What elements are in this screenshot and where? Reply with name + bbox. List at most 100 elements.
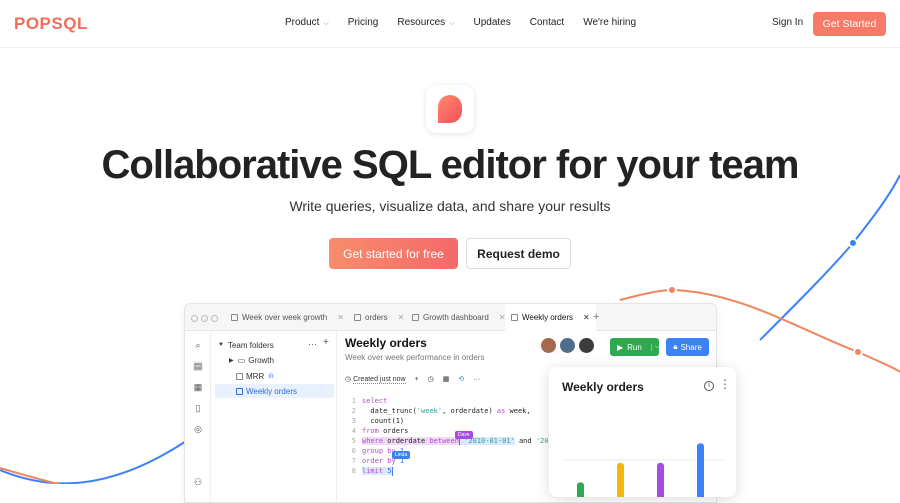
popsql-logo[interactable]: POPSQL xyxy=(14,14,88,34)
blue-point xyxy=(848,238,858,248)
tab-label: Growth dashboard xyxy=(423,313,489,322)
tree-folder-growth[interactable]: ▶ ▭ Growth xyxy=(229,353,274,367)
close-icon[interactable]: ✕ xyxy=(583,313,590,322)
users-icon[interactable]: ⚇ xyxy=(193,477,203,487)
close-icon[interactable]: ✕ xyxy=(337,313,344,322)
query-title[interactable]: Weekly orders xyxy=(345,336,427,350)
run-button[interactable]: ▶ Run ⌵ xyxy=(610,338,659,356)
nav-label: Product xyxy=(285,17,320,28)
grid-icon[interactable]: ▦ xyxy=(193,382,203,392)
created-status[interactable]: ◷ Created just now xyxy=(345,375,406,384)
tree-item-label: MRR xyxy=(246,371,265,381)
code-line: 5 where orderdate between '2010-01-01' an… xyxy=(351,437,561,445)
database-icon[interactable]: ◎ xyxy=(193,424,203,434)
nav-item-hiring[interactable]: We're hiring xyxy=(583,17,636,28)
collaborator-avatars xyxy=(541,338,594,353)
tab-label: Week over week growth xyxy=(242,313,328,322)
close-icon[interactable]: ✕ xyxy=(398,313,405,322)
chart-bar xyxy=(617,462,624,497)
tree-folder-label: Growth xyxy=(248,355,274,365)
tree-root[interactable]: ▼ Team folders xyxy=(218,338,274,352)
add-icon[interactable]: + xyxy=(415,376,419,383)
orange-point xyxy=(853,347,863,357)
hero-subline: Write queries, visualize data, and share… xyxy=(289,198,611,214)
document-icon xyxy=(236,387,243,395)
tab-label: orders xyxy=(365,313,388,322)
share-button[interactable]: 🔒︎ Share xyxy=(666,338,709,356)
files-icon[interactable]: ▤ xyxy=(193,361,203,371)
sign-in-link[interactable]: Sign In xyxy=(772,17,803,28)
nav-item-contact[interactable]: Contact xyxy=(530,17,564,28)
tree-root-label: Team folders xyxy=(227,340,274,350)
schedule-icon[interactable]: ▦ xyxy=(443,375,450,383)
window-controls xyxy=(191,315,218,322)
folder-icon: ▭ xyxy=(237,355,246,365)
query-description[interactable]: Week over week performance in orders xyxy=(345,353,484,362)
popsql-logo-icon xyxy=(438,95,462,123)
clock-icon: ◷ xyxy=(345,376,352,383)
request-demo-button[interactable]: Request demo xyxy=(466,238,571,269)
editor-toolbar: ◷ Created just now + ◷ ▦ ⟲ ··· xyxy=(345,372,480,386)
code-line: 2 date_trunc('week', orderdate) as week, xyxy=(351,407,531,415)
chart-icon: ılı xyxy=(268,372,274,380)
top-nav: POPSQL Product ⌵ Pricing Resources ⌵ Updat… xyxy=(0,0,900,48)
search-icon[interactable]: ⌕ xyxy=(193,340,203,350)
chart-card: Weekly orders i ⋮ xyxy=(549,367,736,497)
get-started-free-button[interactable]: Get started for free xyxy=(329,238,458,269)
play-icon: ▶ xyxy=(617,342,624,352)
nav-item-product[interactable]: Product ⌵ xyxy=(285,17,329,28)
document-icon xyxy=(236,372,243,380)
avatar[interactable] xyxy=(541,338,556,353)
nav-item-resources[interactable]: Resources ⌵ xyxy=(397,17,454,28)
chart-bar xyxy=(577,482,584,497)
side-rail: ⌕ ▤ ▦ ▯ ◎ ⚇ xyxy=(185,331,211,502)
table-icon xyxy=(354,314,361,321)
tab-orders[interactable]: orders ✕ xyxy=(354,304,404,331)
refresh-icon[interactable]: ⟲ xyxy=(458,375,464,383)
cursor-label-dave: Dave xyxy=(455,431,473,439)
history-icon[interactable]: ◷ xyxy=(428,375,434,383)
tab-growth-dashboard[interactable]: Growth dashboard ✕ xyxy=(412,304,506,331)
code-line: 1 select xyxy=(351,397,388,405)
tab-weekly-orders[interactable]: Weekly orders ✕ xyxy=(505,304,596,331)
nav-item-pricing[interactable]: Pricing xyxy=(348,17,379,28)
bar-chart xyxy=(563,443,725,497)
dashboard-icon xyxy=(412,314,419,321)
orange-point xyxy=(667,285,677,295)
book-icon[interactable]: ▯ xyxy=(193,403,203,413)
chevron-down-icon: ⌵ xyxy=(323,20,329,27)
lock-icon: 🔒︎ xyxy=(673,342,678,351)
get-started-button[interactable]: Get Started xyxy=(813,12,886,36)
add-icon[interactable]: + xyxy=(323,337,329,348)
code-line: 3 count(1) xyxy=(351,417,405,425)
more-icon[interactable]: ··· xyxy=(308,339,317,349)
avatar[interactable] xyxy=(579,338,594,353)
chart-bar xyxy=(657,462,664,497)
tab-week-over-week[interactable]: Week over week growth ✕ xyxy=(231,304,344,331)
chart-bar xyxy=(697,443,704,497)
tree-item-weekly-orders[interactable]: Weekly orders xyxy=(215,384,334,398)
cursor-label-linda: Linda xyxy=(392,451,411,459)
created-label: Created just now xyxy=(353,376,406,384)
more-icon[interactable]: ··· xyxy=(473,376,480,383)
tab-bar: Week over week growth ✕ orders ✕ Growth da… xyxy=(185,304,716,331)
logo-text: POPSQL xyxy=(14,14,88,33)
chevron-down-icon[interactable]: ⌵ xyxy=(650,343,659,351)
run-label: Run xyxy=(627,342,642,352)
code-line: 4 from orders xyxy=(351,427,409,435)
file-tree: ▼ Team folders ··· + ▶ ▭ Growth MRR ılı Week… xyxy=(212,331,337,502)
avatar[interactable] xyxy=(560,338,575,353)
hero-headline: Collaborative SQL editor for your team xyxy=(101,143,800,187)
chevron-down-icon: ⌵ xyxy=(449,20,455,27)
share-label: Share xyxy=(680,342,702,352)
tree-item-mrr[interactable]: MRR ılı xyxy=(236,369,274,383)
nav-item-updates[interactable]: Updates xyxy=(473,17,510,28)
nav-menu: Product ⌵ Pricing Resources ⌵ Updates Cont… xyxy=(285,17,636,28)
document-icon xyxy=(511,314,518,321)
document-icon xyxy=(231,314,238,321)
new-tab-icon[interactable]: + xyxy=(593,311,599,323)
popsql-app-icon xyxy=(426,85,474,133)
code-line: 8 limit 5 xyxy=(351,466,393,476)
tab-label: Weekly orders xyxy=(522,313,573,322)
tree-item-label: Weekly orders xyxy=(246,386,297,396)
